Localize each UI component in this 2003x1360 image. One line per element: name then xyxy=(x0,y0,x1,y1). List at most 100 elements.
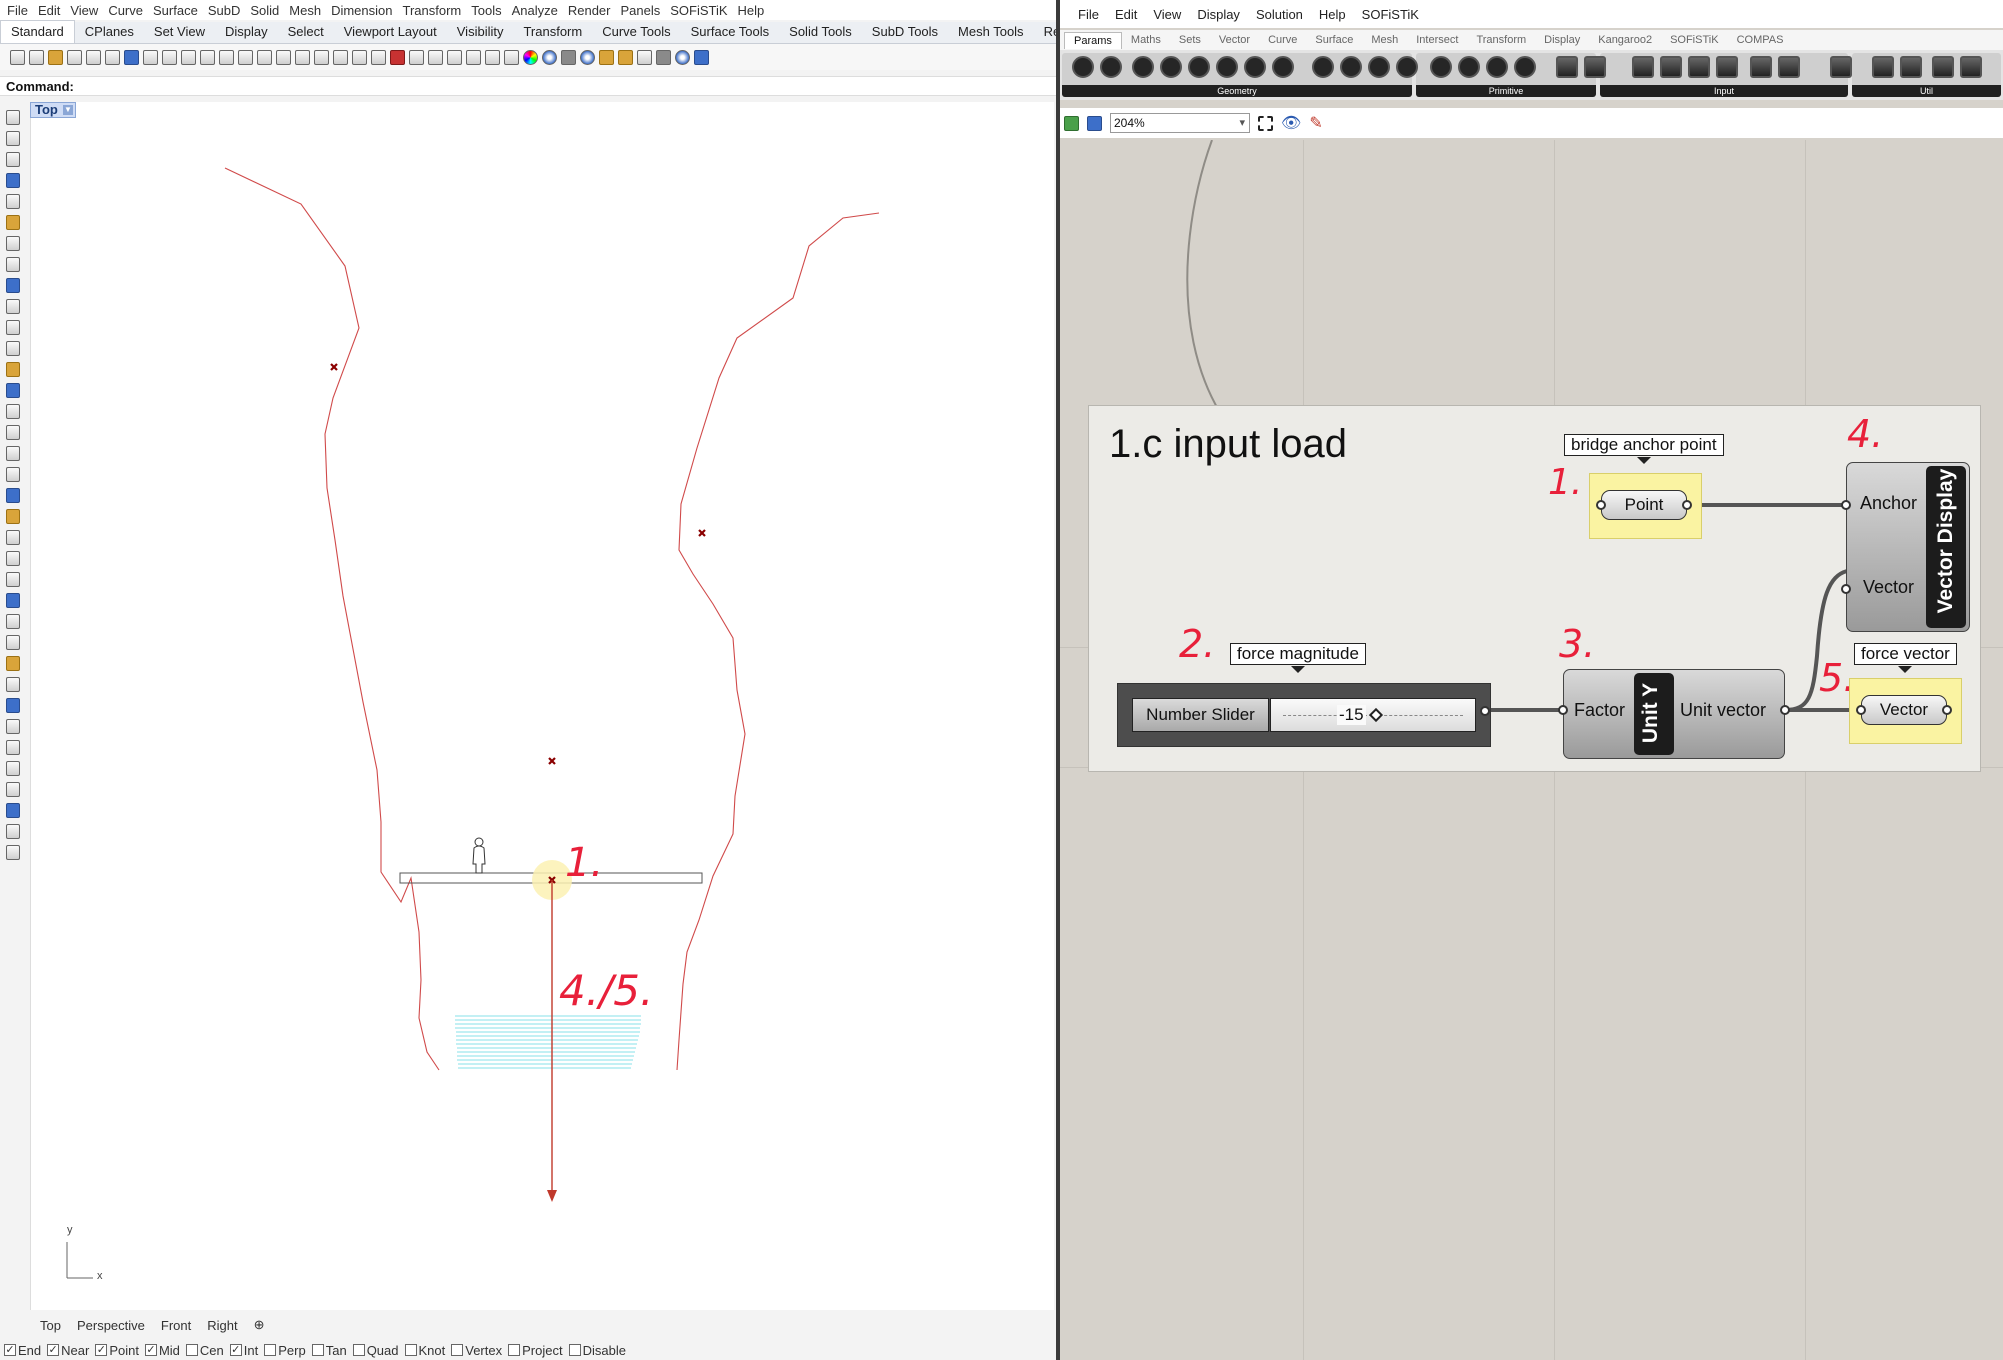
osnap-checkbox[interactable]: ✓ xyxy=(95,1344,108,1356)
toolbar-tool-icon[interactable] xyxy=(428,49,443,65)
ribbon-component-icon[interactable] xyxy=(1750,56,1772,78)
ribbon-component-icon[interactable] xyxy=(1216,56,1238,78)
toolbar-tool-icon[interactable] xyxy=(143,49,158,65)
toolbar-tool-icon[interactable] xyxy=(276,49,291,65)
left-tool-icon[interactable] xyxy=(6,152,20,167)
ribbon-component-icon[interactable] xyxy=(1778,56,1800,78)
toolbar-tool-icon[interactable] xyxy=(675,49,690,65)
toolbar-tab-viewport-layout[interactable]: Viewport Layout xyxy=(334,21,447,43)
ribbon-component-icon[interactable] xyxy=(1340,56,1362,78)
menu-solid[interactable]: Solid xyxy=(245,3,284,18)
osnap-checkbox[interactable] xyxy=(451,1344,464,1356)
viewport-tab-right[interactable]: Right xyxy=(207,1318,237,1333)
left-tool-icon[interactable] xyxy=(6,782,20,797)
toolbar-tool-icon[interactable] xyxy=(124,49,139,65)
left-tool-icon[interactable] xyxy=(6,719,20,734)
toolbar-tool-icon[interactable] xyxy=(447,49,462,65)
factor-input-port[interactable] xyxy=(1558,705,1568,715)
left-tool-icon[interactable] xyxy=(6,572,20,587)
menu-panels[interactable]: Panels xyxy=(615,3,665,18)
left-tool-icon[interactable] xyxy=(6,635,20,650)
toolbar-tool-icon[interactable] xyxy=(200,49,215,65)
left-tool-icon[interactable] xyxy=(6,194,20,209)
toolbar-tool-icon[interactable] xyxy=(656,49,671,65)
left-tool-icon[interactable] xyxy=(6,614,20,629)
ribbon-component-icon[interactable] xyxy=(1430,56,1452,78)
ribbon-component-icon[interactable] xyxy=(1368,56,1390,78)
menu-sofistik[interactable]: SOFiSTiK xyxy=(665,3,732,18)
toolbar-tool-icon[interactable] xyxy=(352,49,367,65)
toolbar-tab-mesh-tools[interactable]: Mesh Tools xyxy=(948,21,1034,43)
toolbar-tab-subd-tools[interactable]: SubD Tools xyxy=(862,21,948,43)
ribbon-component-icon[interactable] xyxy=(1584,56,1606,78)
menu-mesh[interactable]: Mesh xyxy=(284,3,326,18)
toolbar-tool-icon[interactable] xyxy=(314,49,329,65)
ribbon-component-icon[interactable] xyxy=(1716,56,1738,78)
menu-file[interactable]: File xyxy=(2,3,33,18)
ribbon-component-icon[interactable] xyxy=(1100,56,1122,78)
vector-input-port-param[interactable] xyxy=(1856,705,1866,715)
gh-menu-display[interactable]: Display xyxy=(1189,7,1248,22)
toolbar-tab-transform[interactable]: Transform xyxy=(513,21,592,43)
toolbar-tool-icon[interactable] xyxy=(29,49,44,65)
zoom-extents-icon[interactable] xyxy=(1258,115,1273,131)
menu-tools[interactable]: Tools xyxy=(466,3,506,18)
viewport-tab-perspective[interactable]: Perspective xyxy=(77,1318,145,1333)
left-tool-icon[interactable] xyxy=(6,341,20,356)
osnap-checkbox[interactable]: ✓ xyxy=(144,1344,157,1356)
toolbar-tool-icon[interactable] xyxy=(618,49,633,65)
gh-tab-display[interactable]: Display xyxy=(1535,32,1589,48)
ribbon-component-icon[interactable] xyxy=(1272,56,1294,78)
left-tool-icon[interactable] xyxy=(6,173,20,188)
top-viewport[interactable]: y x 1. 4./5. xyxy=(30,102,1054,1310)
gh-menu-file[interactable]: File xyxy=(1070,7,1107,22)
left-tool-icon[interactable] xyxy=(6,299,20,314)
osnap-mid[interactable]: ✓ Mid xyxy=(144,1343,180,1358)
gh-tab-compas[interactable]: COMPAS xyxy=(1728,32,1793,48)
point-param[interactable]: Point xyxy=(1601,490,1687,520)
toolbar-tool-icon[interactable] xyxy=(637,49,652,65)
toolbar-tool-icon[interactable] xyxy=(162,49,177,65)
save-icon[interactable] xyxy=(1087,115,1102,131)
osnap-checkbox[interactable]: ✓ xyxy=(229,1344,242,1356)
toolbar-tool-icon[interactable] xyxy=(561,49,576,65)
ribbon-component-icon[interactable] xyxy=(1514,56,1536,78)
gh-menu-solution[interactable]: Solution xyxy=(1248,7,1311,22)
toolbar-tool-icon[interactable] xyxy=(48,49,63,65)
ribbon-component-icon[interactable] xyxy=(1072,56,1094,78)
toolbar-tool-icon[interactable] xyxy=(523,49,538,65)
menu-dimension[interactable]: Dimension xyxy=(326,3,397,18)
ribbon-component-icon[interactable] xyxy=(1312,56,1334,78)
slider-track[interactable]: -15 xyxy=(1270,698,1476,732)
left-tool-icon[interactable] xyxy=(6,131,20,146)
left-tool-icon[interactable] xyxy=(6,110,20,125)
menu-surface[interactable]: Surface xyxy=(148,3,203,18)
left-tool-icon[interactable] xyxy=(6,761,20,776)
ribbon-component-icon[interactable] xyxy=(1632,56,1654,78)
osnap-checkbox[interactable] xyxy=(568,1344,581,1356)
toolbar-tool-icon[interactable] xyxy=(371,49,386,65)
ribbon-component-icon[interactable] xyxy=(1160,56,1182,78)
toolbar-tool-icon[interactable] xyxy=(238,49,253,65)
viewport-menu-arrow-icon[interactable]: ▼ xyxy=(63,105,73,115)
left-tool-icon[interactable] xyxy=(6,845,20,860)
gh-menu-view[interactable]: View xyxy=(1145,7,1189,22)
slider-output-port[interactable] xyxy=(1480,706,1490,716)
ribbon-component-icon[interactable] xyxy=(1660,56,1682,78)
vector-output-port[interactable] xyxy=(1942,705,1952,715)
left-tool-icon[interactable] xyxy=(6,236,20,251)
osnap-vertex[interactable]: Vertex xyxy=(451,1343,502,1358)
vector-display-component[interactable]: Vector Display Anchor Vector xyxy=(1846,462,1970,632)
ribbon-component-icon[interactable] xyxy=(1486,56,1508,78)
open-file-icon[interactable] xyxy=(1064,115,1079,131)
gh-tab-surface[interactable]: Surface xyxy=(1306,32,1362,48)
left-tool-icon[interactable] xyxy=(6,656,20,671)
anchor-input-port[interactable] xyxy=(1841,500,1851,510)
ribbon-component-icon[interactable] xyxy=(1132,56,1154,78)
left-tool-icon[interactable] xyxy=(6,698,20,713)
preview-eye-icon[interactable]: 👁 xyxy=(1281,113,1301,133)
gh-canvas[interactable]: 1.c input load bridge anchor point 1. Po… xyxy=(1060,140,2003,1360)
osnap-near[interactable]: ✓ Near xyxy=(47,1343,89,1358)
osnap-checkbox[interactable] xyxy=(311,1344,324,1356)
left-tool-icon[interactable] xyxy=(6,278,20,293)
